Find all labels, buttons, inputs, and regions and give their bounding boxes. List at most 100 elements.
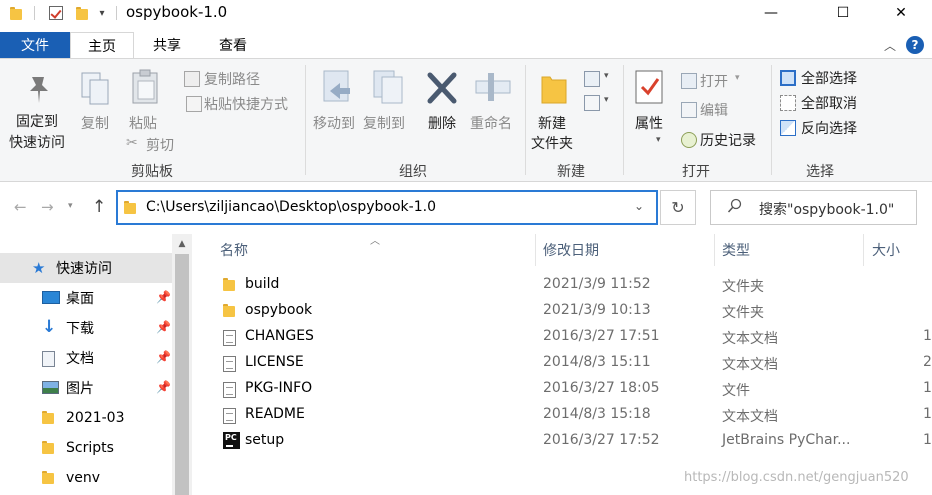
column-divider[interactable] <box>714 234 715 266</box>
pin-icon[interactable]: 📌 <box>156 350 171 364</box>
folder-icon <box>42 411 54 424</box>
organize-group-label: 组织 <box>399 164 427 180</box>
nav-item-2021-03[interactable]: 2021-03 <box>0 403 172 433</box>
help-icon[interactable]: ? <box>906 36 924 54</box>
back-icon[interactable]: ← <box>14 198 27 216</box>
file-row[interactable]: CHANGES 2016/3/27 17:51 文本文档 1 <box>196 324 932 350</box>
scroll-up-icon[interactable]: ▲ <box>172 234 192 254</box>
quick-access-dropdown-icon[interactable]: ▾ <box>96 4 108 22</box>
file-icon <box>223 382 236 398</box>
column-header-name[interactable]: 名称 <box>220 240 248 260</box>
star-icon: ★ <box>32 259 46 277</box>
address-bar[interactable]: C:\Users\ziljiancao\Desktop\ospybook-1.0… <box>116 190 658 225</box>
column-header-date[interactable]: 修改日期 <box>543 240 599 260</box>
tab-share[interactable]: 共享 <box>138 32 196 58</box>
up-icon[interactable]: ↑ <box>92 197 106 217</box>
nav-item-venv[interactable]: venv <box>0 463 172 493</box>
easy-access-dropdown-icon[interactable]: ▾ <box>604 95 609 105</box>
title-bar: ▾ ospybook-1.0 — ☐ ✕ <box>0 0 932 26</box>
tab-view[interactable]: 查看 <box>204 32 262 58</box>
nav-pane-scrollbar[interactable]: ▲ <box>172 234 192 495</box>
open-button[interactable]: 打开 <box>700 71 728 91</box>
search-icon <box>727 198 743 218</box>
copy-button[interactable]: 复制 <box>81 113 109 133</box>
cut-button[interactable]: 剪切 <box>146 135 174 155</box>
new-item-dropdown-icon[interactable]: ▾ <box>604 71 609 81</box>
properties-dropdown-icon[interactable]: ▾ <box>656 135 661 145</box>
column-divider[interactable] <box>535 234 536 266</box>
file-row[interactable]: PKG-INFO 2016/3/27 18:05 文件 1 <box>196 376 932 402</box>
file-date: 2016/3/27 17:52 <box>543 432 660 448</box>
invert-selection-button[interactable]: 反向选择 <box>801 118 857 138</box>
rename-button[interactable]: 重命名 <box>470 113 512 133</box>
pin-to-quick-access-button[interactable]: 固定到 <box>16 111 58 131</box>
column-header-size[interactable]: 大小 <box>872 240 900 260</box>
refresh-button[interactable]: ↻ <box>660 190 696 225</box>
delete-icon <box>426 71 458 109</box>
address-history-dropdown-icon[interactable]: ⌄ <box>634 199 644 213</box>
tab-file[interactable]: 文件 <box>0 32 70 58</box>
navigation-pane: ★ 快速访问 桌面 📌 ↓ 下载 📌 文档 📌 图片 📌 2021-03 Scr… <box>0 232 192 495</box>
close-button[interactable]: ✕ <box>878 0 924 26</box>
paste-shortcut-button[interactable]: 粘贴快捷方式 <box>204 94 288 114</box>
refresh-icon: ↻ <box>671 198 685 217</box>
paste-button[interactable]: 粘贴 <box>129 113 157 133</box>
file-list: ︿ 名称 修改日期 类型 大小 build 2021/3/9 11:52 文件夹… <box>196 232 932 495</box>
new-folder-button[interactable]: 新建 <box>538 113 566 133</box>
history-button[interactable]: 历史记录 <box>700 130 756 150</box>
tab-home[interactable]: 主页 <box>70 32 134 59</box>
pin-icon[interactable]: 📌 <box>156 290 171 304</box>
properties-button[interactable]: 属性 <box>635 113 663 133</box>
forward-icon[interactable]: → <box>41 198 54 216</box>
folder-icon[interactable] <box>8 4 24 22</box>
collapse-ribbon-icon[interactable]: ︿ <box>884 37 896 54</box>
nav-item-documents[interactable]: 文档 📌 <box>0 343 172 373</box>
copy-icon <box>80 71 112 111</box>
file-row[interactable]: ospybook 2021/3/9 10:13 文件夹 <box>196 298 932 324</box>
file-row[interactable]: build 2021/3/9 11:52 文件夹 <box>196 272 932 298</box>
file-row[interactable]: LICENSE 2014/8/3 15:11 文本文档 2 <box>196 350 932 376</box>
text-file-icon <box>223 356 236 372</box>
recent-locations-icon[interactable]: ▾ <box>68 201 73 211</box>
column-header-type[interactable]: 类型 <box>722 240 750 260</box>
nav-item-pictures[interactable]: 图片 📌 <box>0 373 172 403</box>
select-all-button[interactable]: 全部选择 <box>801 68 857 88</box>
nav-item-scripts[interactable]: Scripts <box>0 433 172 463</box>
sort-ascending-icon: ︿ <box>370 236 380 247</box>
file-row[interactable]: README 2014/8/3 15:18 文本文档 1 <box>196 402 932 428</box>
delete-button[interactable]: 删除 <box>428 113 456 133</box>
copy-to-icon <box>372 69 408 111</box>
select-none-button[interactable]: 全部取消 <box>801 93 857 113</box>
column-divider[interactable] <box>863 234 864 266</box>
edit-icon <box>681 102 697 118</box>
select-none-icon <box>780 95 796 111</box>
file-type: 文件夹 <box>722 305 764 321</box>
nav-item-desktop[interactable]: 桌面 📌 <box>0 283 172 313</box>
address-path[interactable]: C:\Users\ziljiancao\Desktop\ospybook-1.0 <box>146 199 436 215</box>
group-separator <box>525 65 526 175</box>
invert-selection-icon <box>780 120 796 136</box>
easy-access-icon[interactable] <box>584 95 600 111</box>
copy-path-button[interactable]: 复制路径 <box>204 69 260 89</box>
edit-button[interactable]: 编辑 <box>700 100 728 120</box>
search-input[interactable]: 搜索"ospybook-1.0" <box>759 199 894 219</box>
search-box[interactable]: 搜索"ospybook-1.0" <box>710 190 917 225</box>
document-icon <box>42 351 55 367</box>
open-dropdown-icon[interactable]: ▾ <box>735 73 740 83</box>
copy-to-button[interactable]: 复制到 <box>363 113 405 133</box>
pin-icon[interactable]: 📌 <box>156 320 171 334</box>
move-to-button[interactable]: 移动到 <box>313 113 355 133</box>
file-date: 2016/3/27 18:05 <box>543 380 660 396</box>
new-item-icon[interactable] <box>584 71 600 87</box>
text-file-icon <box>223 408 236 424</box>
divider <box>116 6 117 20</box>
new-folder-quick-icon[interactable] <box>74 4 90 22</box>
properties-check-icon[interactable] <box>48 4 64 22</box>
scrollbar-thumb[interactable] <box>175 254 189 495</box>
minimize-button[interactable]: — <box>748 0 794 26</box>
nav-item-quick-access[interactable]: ★ 快速访问 <box>0 253 172 283</box>
pin-icon[interactable]: 📌 <box>156 380 171 394</box>
file-row[interactable]: PC setup 2016/3/27 17:52 JetBrains PyCha… <box>196 428 932 454</box>
maximize-button[interactable]: ☐ <box>820 0 866 26</box>
nav-item-downloads[interactable]: ↓ 下载 📌 <box>0 313 172 343</box>
